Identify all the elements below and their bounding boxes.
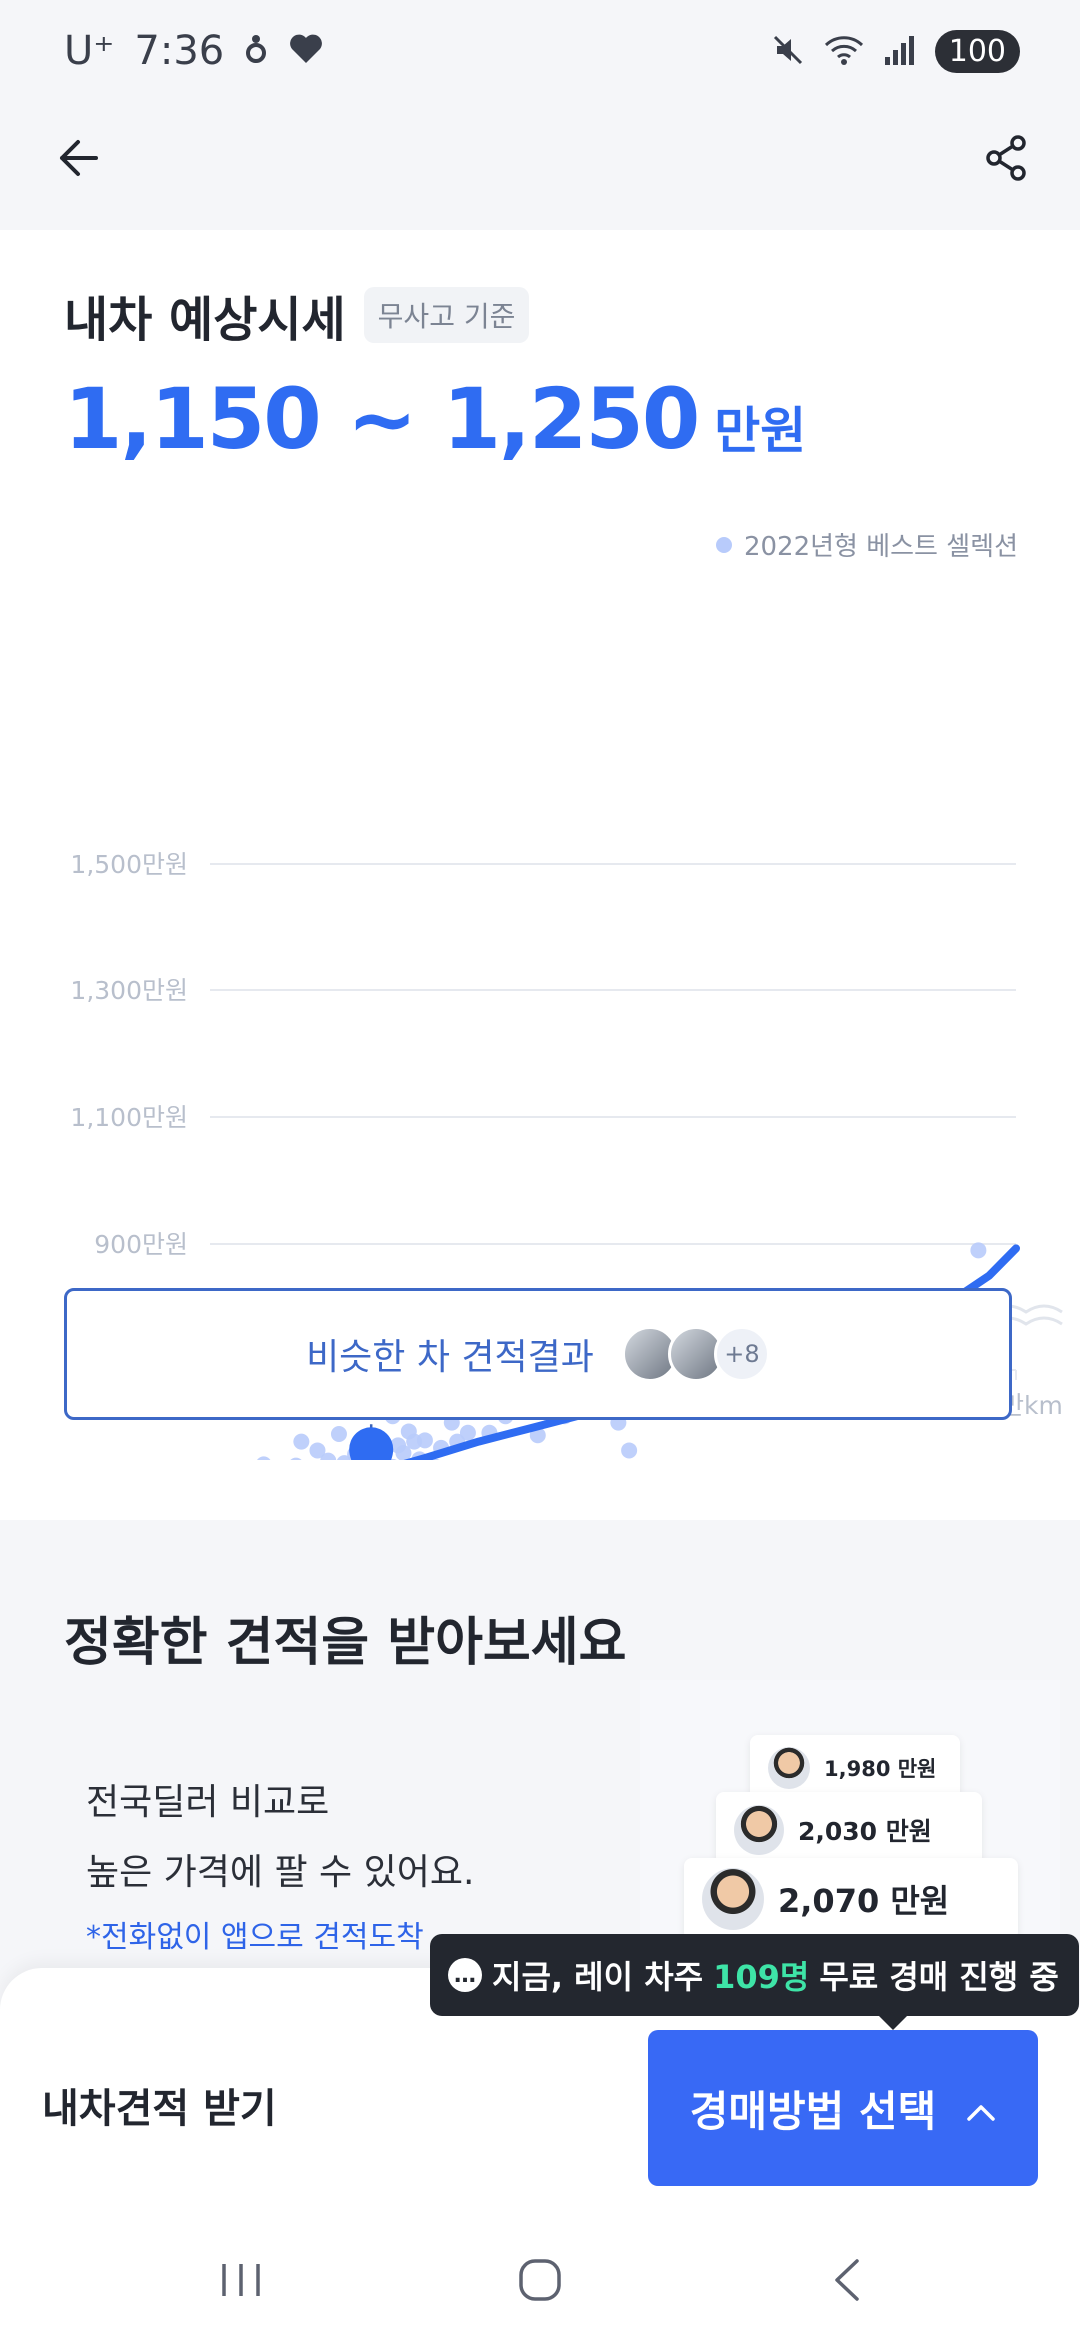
- cta-label: 경매방법 선택: [689, 2086, 937, 2136]
- section-title: 정확한 견적을 받아보세요: [64, 1613, 627, 1673]
- dealer-avatar: [734, 1805, 784, 1855]
- wifi-icon: [823, 33, 865, 71]
- scatter-point: [416, 1432, 433, 1449]
- description-line-2: 높은 가격에 팔 수 있어요.: [86, 1852, 475, 1893]
- section-description: 전국딜러 비교로 높은 가격에 팔 수 있어요.: [86, 1768, 474, 1908]
- signal-icon: [883, 33, 917, 71]
- y-tick-label: 1,300만원: [70, 976, 188, 1005]
- heart-icon: [288, 28, 324, 74]
- similar-car-results-button[interactable]: 비슷한 차 견적결과 +8: [64, 1288, 1012, 1420]
- description-line-1: 전국딜러 비교로: [86, 1782, 330, 1823]
- scatter-point: [257, 1456, 271, 1460]
- top-nav: [0, 108, 1080, 228]
- offer-price: 2,070 만원: [778, 1882, 950, 1920]
- dealer-offer-stack: 1,980 만원 2,030 만원 2,070 만원: [640, 1680, 1060, 1940]
- y-tick-label: 1,100만원: [70, 1103, 188, 1132]
- select-auction-method-button[interactable]: 경매방법 선택: [648, 2030, 1038, 2186]
- scatter-point: [290, 1457, 302, 1460]
- status-bar: U⁺ 7:36 100: [0, 0, 1080, 108]
- tooltip-prefix: 지금, 레이 차주: [492, 1958, 704, 1996]
- y-tick-label: 1,500만원: [70, 850, 188, 879]
- notification-icon: [244, 28, 268, 74]
- similar-car-label: 비슷한 차 견적결과: [306, 1337, 594, 1378]
- more-count-badge: +8: [713, 1326, 770, 1382]
- recents-icon[interactable]: [206, 2250, 276, 2310]
- auction-tooltip: … 지금, 레이 차주 109명 무료 경매 진행 중: [430, 1934, 1079, 2030]
- scatter-point: [621, 1442, 638, 1459]
- offer-price: 2,030 만원: [798, 1817, 932, 1846]
- back-arrow-icon[interactable]: [48, 128, 108, 188]
- y-tick-label: 900만원: [94, 1230, 188, 1259]
- legend-label: 2022년형 베스트 셀렉션: [743, 532, 1018, 562]
- price-row: 1,150 ~ 1,250 만원: [64, 370, 806, 468]
- chat-bubble-icon: …: [448, 1958, 482, 1992]
- price-unit: 만원: [714, 402, 807, 460]
- dealer-avatar: [702, 1868, 764, 1930]
- location-pin-icon: [349, 1427, 394, 1460]
- back-icon[interactable]: [812, 2250, 882, 2310]
- battery-indicator: 100: [934, 30, 1020, 73]
- scatter-point: [330, 1426, 347, 1442]
- condition-chip: 무사고 기준: [363, 287, 530, 343]
- offer-price: 1,980 만원: [824, 1757, 937, 1781]
- status-right: 100: [771, 30, 1020, 73]
- share-icon[interactable]: [976, 128, 1036, 188]
- tooltip-suffix: 무료 경매 진행 중: [819, 1958, 1059, 1996]
- time-label: 7:36: [134, 28, 225, 74]
- tooltip-highlight: 109명: [713, 1958, 810, 1996]
- estimate-title: 내차 예상시세: [64, 292, 346, 348]
- similar-car-thumbnails: +8: [621, 1326, 770, 1382]
- mute-icon: [771, 33, 805, 71]
- legend-dot-icon: [715, 536, 732, 553]
- scatter-point: [293, 1433, 310, 1450]
- chevron-up-icon: [966, 2084, 996, 2133]
- dealer-avatar: [768, 1747, 810, 1789]
- section-note: *전화없이 앱으로 견적도착: [86, 1920, 424, 1955]
- home-icon[interactable]: [505, 2250, 575, 2310]
- price-range: 1,150 ~ 1,250: [64, 370, 700, 468]
- estimate-card: 내차 예상시세 무사고 기준 1,150 ~ 1,250 만원 2022년형 베…: [0, 230, 1080, 1520]
- dealer-offer-card: 2,070 만원: [684, 1858, 1018, 1940]
- status-left: U⁺ 7:36: [64, 28, 324, 74]
- dealer-offer-card: 2,030 만원: [716, 1792, 982, 1868]
- chart-legend: 2022년형 베스트 셀렉션: [715, 526, 1018, 563]
- estimate-title-row: 내차 예상시세 무사고 기준: [64, 280, 530, 350]
- system-navigation-bar: [0, 2220, 1080, 2340]
- get-quote-label: 내차견적 받기: [42, 2086, 277, 2132]
- scatter-point: [459, 1424, 476, 1441]
- scatter-point: [970, 1242, 987, 1259]
- carrier-label: U⁺: [64, 28, 115, 74]
